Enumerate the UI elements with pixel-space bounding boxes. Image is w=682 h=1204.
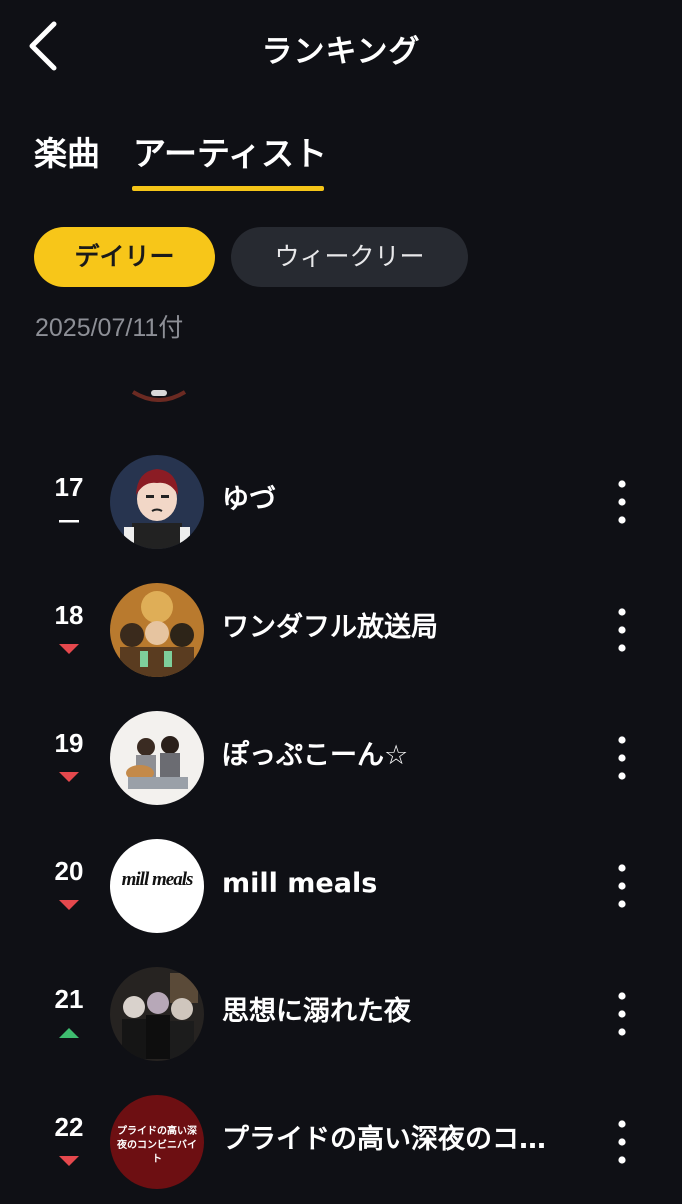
trend-down-icon <box>59 1156 79 1166</box>
list-item[interactable]: 18 ワンダフル放送局 <box>0 564 682 692</box>
more-options-icon[interactable] <box>606 1116 638 1168</box>
trend-unchanged-icon <box>59 520 79 523</box>
list-item[interactable]: 17 ゆづ <box>0 436 682 564</box>
artist-name: ゆづ <box>222 484 276 515</box>
rank-number: 21 <box>54 984 84 1014</box>
list-item[interactable]: 21 思想に溺れた夜 <box>0 948 682 1076</box>
artist-name: ぽっぷこーん☆ <box>222 740 409 771</box>
rank-number: 22 <box>54 1112 84 1142</box>
rank-number: 20 <box>54 856 84 886</box>
ranking-date: 2025/07/11付 <box>35 314 184 342</box>
daily-filter-button[interactable]: デイリー <box>34 227 215 287</box>
avatar: プライドの高い深夜のコンビニバイト <box>110 1095 204 1189</box>
tab-artists[interactable]: アーティスト <box>133 134 327 174</box>
more-options-icon[interactable] <box>606 476 638 528</box>
avatar <box>110 455 204 549</box>
more-options-icon[interactable] <box>606 860 638 912</box>
rank-number: 17 <box>54 472 84 502</box>
app-header: ランキング <box>0 0 682 92</box>
avatar <box>110 711 204 805</box>
rank-number: 19 <box>54 728 84 758</box>
rank-number: 18 <box>54 600 84 630</box>
trend-up-icon <box>59 1028 79 1038</box>
trend-down-icon <box>59 772 79 782</box>
trend-down-icon <box>59 644 79 654</box>
tab-bar: 楽曲 アーティスト <box>0 124 682 194</box>
avatar-partial <box>129 358 189 402</box>
tab-songs[interactable]: 楽曲 <box>34 134 100 174</box>
more-options-icon[interactable] <box>606 732 638 784</box>
list-item[interactable]: 20 mill meals mill meals <box>0 820 682 948</box>
avatar-logo-text: mill meals <box>121 869 194 890</box>
list-item[interactable]: 22 プライドの高い深夜のコンビニバイト プライドの高い深夜のコ… <box>0 1076 682 1204</box>
list-item[interactable]: 19 ぽっぷこーん☆ <box>0 692 682 820</box>
avatar <box>110 583 204 677</box>
artist-name: 思想に溺れた夜 <box>222 996 411 1027</box>
page-title: ランキング <box>261 34 421 70</box>
more-options-icon[interactable] <box>606 604 638 656</box>
artist-name: プライドの高い深夜のコ… <box>222 1124 546 1155</box>
artist-name: ワンダフル放送局 <box>222 612 438 643</box>
weekly-filter-button[interactable]: ウィークリー <box>231 227 468 287</box>
avatar-logo-text: プライドの高い深夜のコンビニバイト <box>117 1126 197 1165</box>
active-tab-indicator <box>132 186 324 191</box>
avatar: mill meals <box>110 839 204 933</box>
trend-down-icon <box>59 900 79 910</box>
more-options-icon[interactable] <box>606 988 638 1040</box>
artist-name: mill meals <box>222 868 378 899</box>
avatar <box>110 967 204 1061</box>
